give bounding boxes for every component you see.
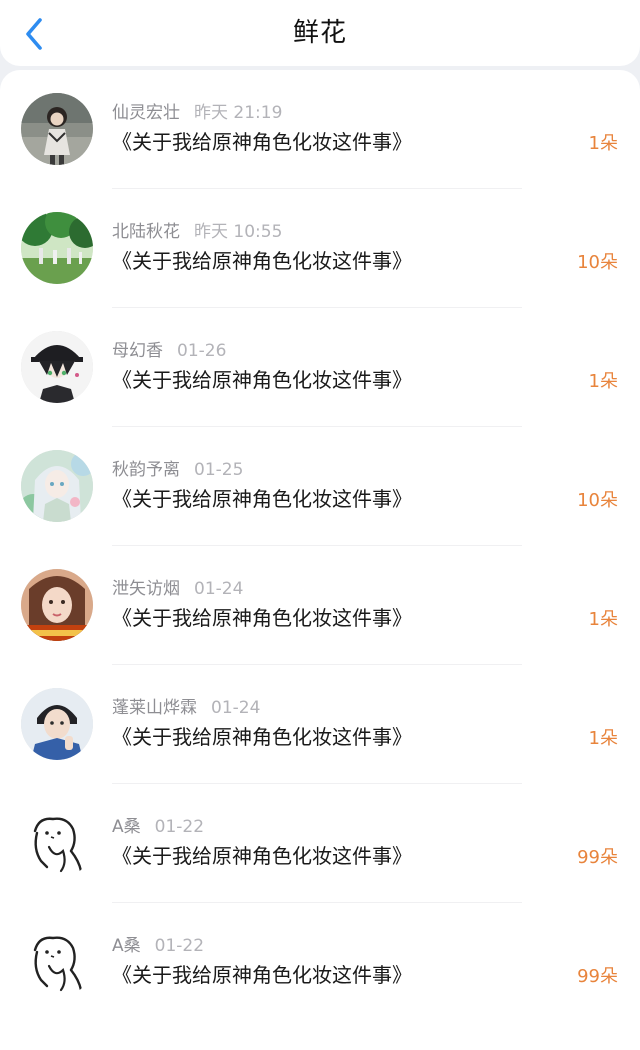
article-title[interactable]: 《关于我给原神角色化妆这件事》 xyxy=(112,246,412,276)
sender-meta: 北陆秋花 昨天 10:55 xyxy=(112,220,282,244)
list-item[interactable]: 母幻香 01-26 《关于我给原神角色化妆这件事》 1朵 xyxy=(0,308,640,427)
article-title[interactable]: 《关于我给原神角色化妆这件事》 xyxy=(112,603,412,633)
list-item[interactable]: A桑 01-22 《关于我给原神角色化妆这件事》 99朵 xyxy=(0,903,640,1022)
sender-meta: 泄矢访烟 01-24 xyxy=(112,577,243,601)
send-time: 昨天 10:55 xyxy=(194,222,283,242)
sender-meta: 仙灵宏壮 昨天 21:19 xyxy=(112,101,282,125)
flower-count: 10朵 xyxy=(577,490,618,511)
list-item[interactable]: 蓬莱山烨霖 01-24 《关于我给原神角色化妆这件事》 1朵 xyxy=(0,665,640,784)
flower-list: 仙灵宏壮 昨天 21:19 《关于我给原神角色化妆这件事》 1朵 北陆秋花 昨天 1… xyxy=(0,70,640,1050)
article-title[interactable]: 《关于我给原神角色化妆这件事》 xyxy=(112,127,412,157)
sender-meta: 母幻香 01-26 xyxy=(112,339,226,363)
list-item[interactable]: 仙灵宏壮 昨天 21:19 《关于我给原神角色化妆这件事》 1朵 xyxy=(0,70,640,189)
top-bar: 鲜花 xyxy=(0,0,640,66)
flower-count: 99朵 xyxy=(577,847,618,868)
avatar[interactable] xyxy=(21,450,93,522)
flower-count: 1朵 xyxy=(588,371,618,392)
sender-name: 泄矢访烟 xyxy=(112,579,180,599)
flower-count: 1朵 xyxy=(588,133,618,154)
flower-count: 1朵 xyxy=(588,728,618,749)
avatar[interactable] xyxy=(21,93,93,165)
avatar[interactable] xyxy=(21,212,93,284)
article-title[interactable]: 《关于我给原神角色化妆这件事》 xyxy=(112,484,412,514)
send-time: 01-26 xyxy=(177,341,227,361)
list-item[interactable]: 北陆秋花 昨天 10:55 《关于我给原神角色化妆这件事》 10朵 xyxy=(0,189,640,308)
article-title[interactable]: 《关于我给原神角色化妆这件事》 xyxy=(112,722,412,752)
send-time: 01-22 xyxy=(154,936,205,956)
flower-count: 1朵 xyxy=(588,609,618,630)
sender-name: 北陆秋花 xyxy=(112,222,180,242)
avatar[interactable] xyxy=(21,331,93,403)
sender-meta: A桑 01-22 xyxy=(112,815,204,839)
list-item[interactable]: 泄矢访烟 01-24 《关于我给原神角色化妆这件事》 1朵 xyxy=(0,546,640,665)
avatar[interactable] xyxy=(21,688,93,760)
sender-meta: 秋韵予离 01-25 xyxy=(112,458,243,482)
article-title[interactable]: 《关于我给原神角色化妆这件事》 xyxy=(112,841,412,871)
send-time: 01-24 xyxy=(194,579,244,599)
sender-name: 仙灵宏壮 xyxy=(112,103,180,123)
send-time: 01-25 xyxy=(194,460,244,480)
sender-name: 母幻香 xyxy=(112,341,163,361)
sender-name: 秋韵予离 xyxy=(112,460,180,480)
avatar[interactable] xyxy=(21,926,93,998)
article-title[interactable]: 《关于我给原神角色化妆这件事》 xyxy=(112,960,412,990)
send-time: 昨天 21:19 xyxy=(194,103,283,123)
sender-meta: 蓬莱山烨霖 01-24 xyxy=(112,696,260,720)
send-time: 01-24 xyxy=(211,698,261,718)
page-title: 鲜花 xyxy=(292,18,347,48)
sender-name: A桑 xyxy=(112,817,141,837)
send-time: 01-22 xyxy=(154,817,205,837)
list-item[interactable]: 秋韵予离 01-25 《关于我给原神角色化妆这件事》 10朵 xyxy=(0,427,640,546)
list-item[interactable]: A桑 01-22 《关于我给原神角色化妆这件事》 99朵 xyxy=(0,784,640,903)
sender-name: A桑 xyxy=(112,936,141,956)
flower-count: 99朵 xyxy=(577,966,618,987)
article-title[interactable]: 《关于我给原神角色化妆这件事》 xyxy=(112,365,412,395)
flower-count: 10朵 xyxy=(577,252,618,273)
sender-name: 蓬莱山烨霖 xyxy=(112,698,197,718)
sender-meta: A桑 01-22 xyxy=(112,934,204,958)
avatar[interactable] xyxy=(21,569,93,641)
avatar[interactable] xyxy=(21,807,93,879)
